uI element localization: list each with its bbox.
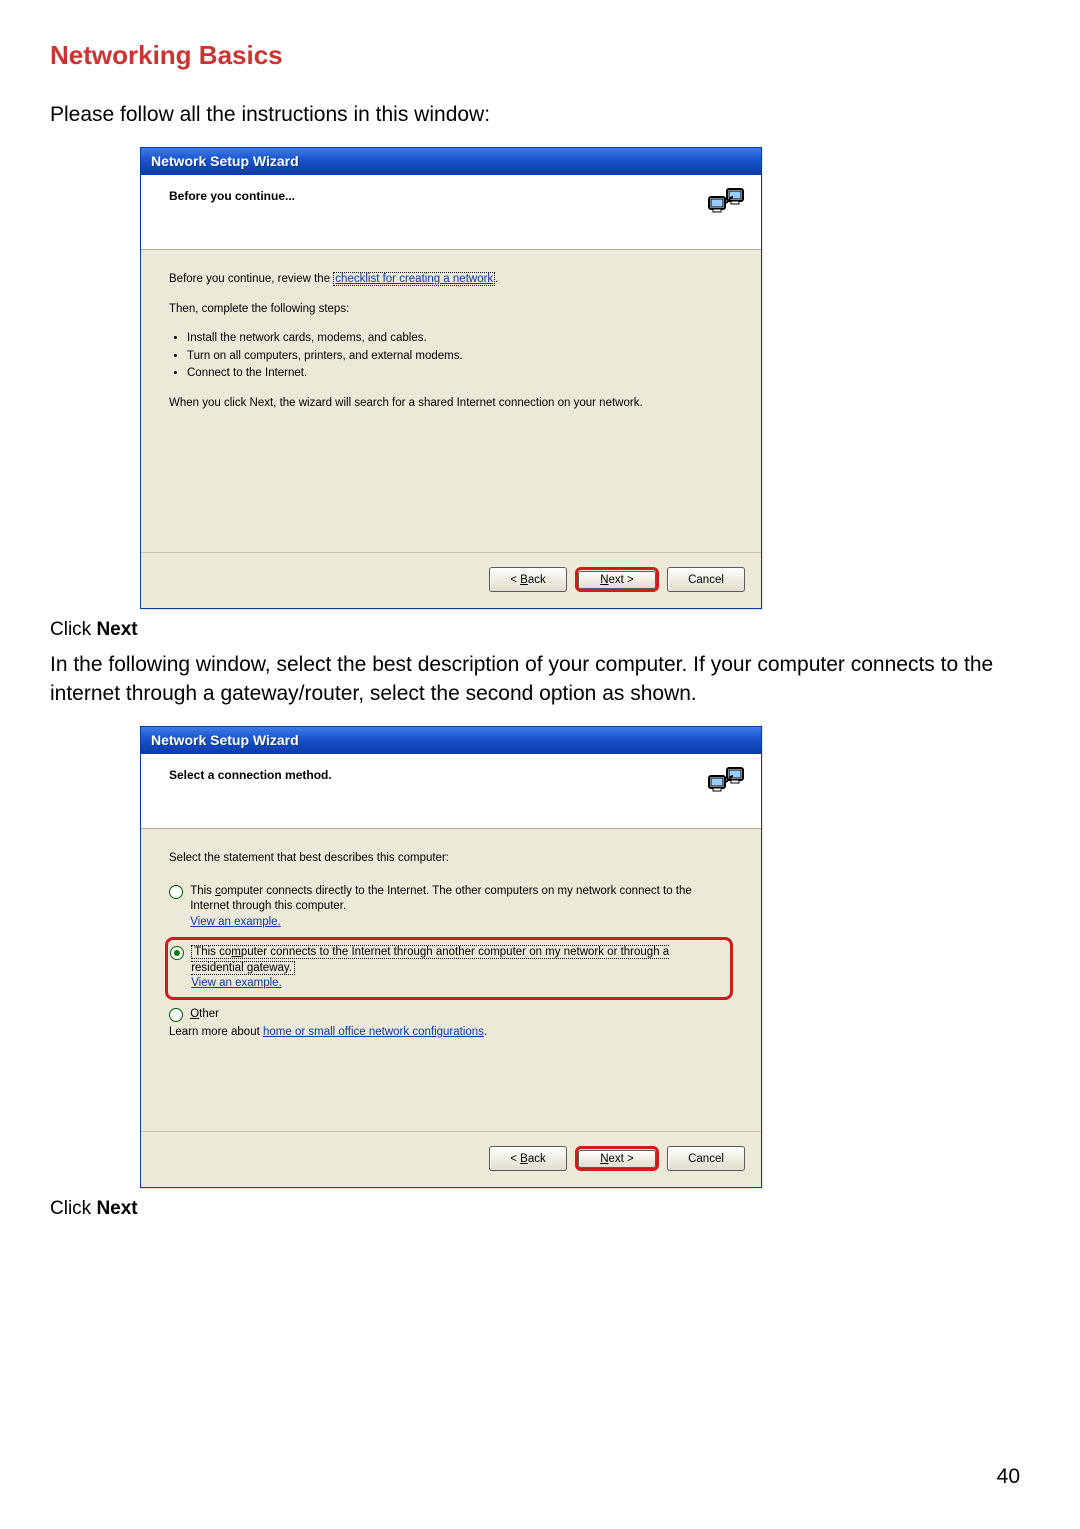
learn-more-line: Learn more about home or small office ne… (169, 1025, 733, 1041)
between-paragraph: In the following window, select the best… (50, 651, 1030, 708)
next-button[interactable]: Next > (578, 571, 656, 589)
wizard2-header-title: Select a connection method. (169, 764, 332, 782)
option-gateway-highlight: This computer connects to the Internet t… (165, 937, 733, 1000)
wizard2-titlebar: Network Setup Wizard (141, 727, 761, 754)
list-item: Turn on all computers, printers, and ext… (187, 349, 733, 365)
view-example-link[interactable]: View an example. (190, 916, 281, 928)
wizard1-review-line: Before you continue, review the checklis… (169, 272, 733, 288)
radio-option-gateway[interactable]: This computer connects to the Internet t… (170, 942, 726, 995)
radio-label: Other (190, 1007, 720, 1023)
radio-option-direct[interactable]: This computer connects directly to the I… (169, 881, 733, 934)
page-number: 40 (997, 1465, 1020, 1489)
list-item: Connect to the Internet. (187, 366, 733, 382)
view-example-link[interactable]: View an example. (191, 977, 282, 989)
network-computers-icon (707, 185, 747, 230)
wizard1-titlebar: Network Setup Wizard (141, 148, 761, 175)
radio-icon (169, 885, 183, 899)
wizard-before-you-continue: Network Setup Wizard Before you continue… (140, 147, 762, 609)
back-button[interactable]: < Back (489, 1146, 567, 1171)
next-button-highlight: Next > (575, 1146, 659, 1171)
page-heading: Networking Basics (50, 40, 1030, 71)
wizard-connection-method: Network Setup Wizard Select a connection… (140, 726, 762, 1188)
cancel-button[interactable]: Cancel (667, 567, 745, 592)
checklist-link[interactable]: checklist for creating a network (333, 272, 495, 286)
wizard1-header-title: Before you continue... (169, 185, 295, 203)
learn-more-link[interactable]: home or small office network configurati… (263, 1026, 484, 1038)
cancel-button[interactable]: Cancel (667, 1146, 745, 1171)
next-button-highlight: Next > (575, 567, 659, 592)
click-next-1: Click Next (50, 619, 1030, 641)
back-button[interactable]: < Back (489, 567, 567, 592)
radio-icon (170, 946, 184, 960)
radio-label: This computer connects to the Internet t… (191, 945, 721, 992)
wizard1-then-line: Then, complete the following steps: (169, 302, 733, 318)
intro-text: Please follow all the instructions in th… (50, 101, 1030, 129)
radio-icon (169, 1008, 183, 1022)
click-next-2: Click Next (50, 1198, 1030, 1220)
list-item: Install the network cards, modems, and c… (187, 331, 733, 347)
network-computers-icon (707, 764, 747, 809)
next-button[interactable]: Next > (578, 1150, 656, 1168)
radio-label: This computer connects directly to the I… (190, 884, 720, 931)
wizard1-steps-list: Install the network cards, modems, and c… (169, 331, 733, 382)
wizard1-next-info: When you click Next, the wizard will sea… (169, 396, 733, 412)
radio-option-other[interactable]: Other (169, 1004, 733, 1026)
wizard2-prompt: Select the statement that best describes… (169, 851, 733, 867)
